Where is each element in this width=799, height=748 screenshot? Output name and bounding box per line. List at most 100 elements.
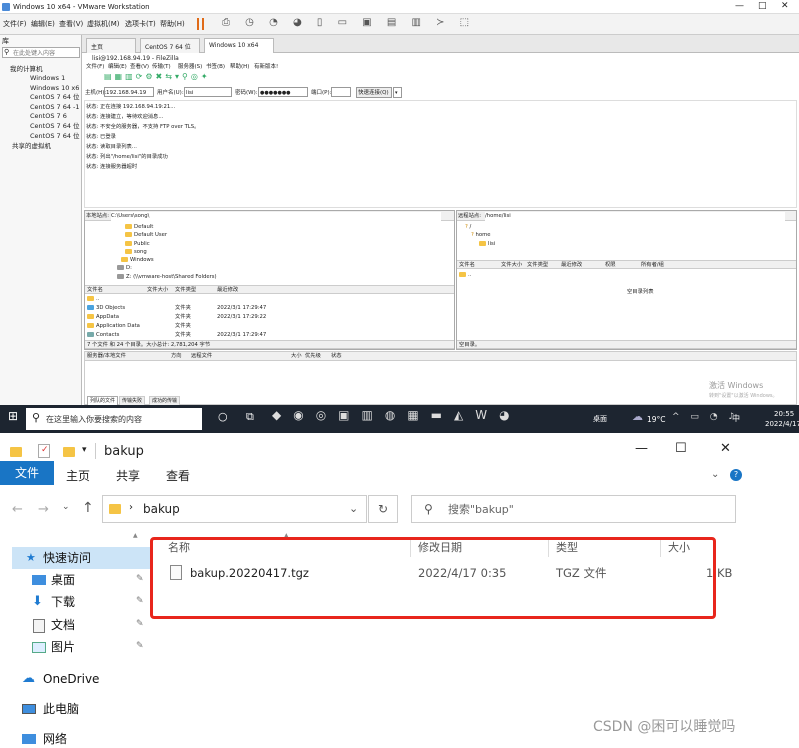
maximize-button[interactable]: □ — [758, 2, 767, 11]
table-row[interactable]: .. — [85, 295, 454, 304]
vm-item[interactable]: CentOS 7 64 位 — [18, 93, 80, 103]
clock-date[interactable]: 2022/4/17 — [765, 420, 799, 429]
recent-dropdown-icon[interactable]: ⌄ — [62, 503, 70, 512]
nav-downloads[interactable]: ⬇ 下载 ✎ — [12, 592, 152, 614]
remote-tree-item[interactable]: lisi — [465, 240, 495, 248]
tray-icons[interactable]: ^ ▭ ◔ ♪ — [672, 413, 738, 422]
col-filetype[interactable]: 文件类型 — [527, 261, 548, 270]
tree-shared[interactable]: 共享的虚拟机 — [12, 142, 51, 151]
port-input[interactable] — [331, 87, 351, 97]
quickconnect-button[interactable]: 快速连接(Q) — [356, 87, 392, 98]
nav-network[interactable]: 网络 — [12, 729, 152, 748]
cortana-icon[interactable]: ○ — [218, 411, 228, 422]
remote-path-input[interactable]: /home/lisi — [485, 212, 785, 221]
nav-this-pc[interactable]: 此电脑 — [12, 699, 152, 721]
tree-my-computer[interactable]: 我的计算机 — [10, 65, 43, 74]
quick-access-dropdown-icon[interactable]: ▾ — [82, 446, 87, 455]
nav-desktop[interactable]: 桌面 ✎ — [12, 570, 152, 592]
quickconnect-dropdown[interactable]: ▾ — [393, 87, 402, 98]
remote-tree-item[interactable]: ? / — [465, 223, 495, 231]
menu-edit[interactable]: 编辑(E) — [31, 20, 55, 29]
pause-icon[interactable] — [197, 18, 204, 30]
col-filesize[interactable]: 文件大小 — [147, 286, 168, 295]
menu-file[interactable]: 文件(F) — [3, 20, 27, 29]
col-filename[interactable]: 文件名 — [87, 286, 103, 295]
nav-onedrive[interactable]: ☁ OneDrive — [12, 669, 152, 691]
ime-indicator[interactable]: 中 — [732, 414, 740, 423]
weather-temp[interactable]: 19°C — [647, 415, 666, 424]
vm-item[interactable]: CentOS 7 64 位 — [18, 122, 80, 132]
pin-icon[interactable]: ✎ — [136, 642, 144, 651]
pin-icon[interactable]: ✎ — [136, 597, 144, 606]
pin-icon[interactable]: ✎ — [136, 575, 144, 584]
nav-quick-access[interactable]: ★ 快速访问 — [12, 547, 152, 569]
col-filename[interactable]: 文件名 — [459, 261, 475, 270]
queue-col[interactable]: 状态 — [331, 352, 342, 361]
col-modified[interactable]: 最近修改 — [561, 261, 582, 270]
vm-item[interactable]: Windows 10 x6 — [18, 84, 80, 94]
vm-item[interactable]: CentOS 7 64 位 — [18, 132, 80, 142]
maximize-button[interactable]: ☐ — [675, 441, 687, 456]
forward-arrow-icon[interactable]: → — [38, 502, 49, 517]
fz-menu-item[interactable]: 服务器(S) — [178, 63, 202, 72]
fz-menu-item[interactable]: 查看(V) — [130, 63, 149, 72]
col-owner[interactable]: 所有者/组 — [641, 261, 664, 270]
minimize-button[interactable]: — — [635, 441, 648, 456]
menu-tabs[interactable]: 选项卡(T) — [125, 20, 156, 29]
tab-centos[interactable]: CentOS 7 64 位 — [140, 38, 200, 53]
local-path-input[interactable]: C:\Users\song\ — [111, 212, 441, 221]
table-row[interactable]: Application Data 文件夹 — [85, 322, 454, 331]
minimize-button[interactable]: — — [735, 2, 744, 11]
taskbar-desktop-label[interactable]: 桌面 — [593, 415, 607, 424]
nav-scroll-up-icon[interactable]: ▲ — [133, 531, 138, 540]
menu-help[interactable]: 帮助(H) — [160, 20, 185, 29]
remote-tree-item[interactable]: ? home — [465, 231, 495, 239]
ribbon-expand-icon[interactable]: ⌄ — [711, 470, 719, 480]
user-input[interactable]: lisi — [184, 87, 232, 97]
vm-item[interactable]: CentOS 7 6 — [18, 112, 80, 122]
ribbon-tab-view[interactable]: 查看 — [166, 467, 190, 484]
close-button[interactable]: ✕ — [781, 2, 789, 11]
nav-documents[interactable]: 文档 ✎ — [12, 615, 152, 637]
table-row[interactable]: .. — [459, 271, 471, 280]
local-tree-item[interactable]: Default User — [117, 231, 217, 239]
local-tree-item[interactable]: Default — [117, 223, 217, 231]
ribbon-tab-file[interactable]: 文件 — [0, 461, 54, 485]
refresh-button[interactable]: ↻ — [368, 495, 398, 523]
vm-item[interactable]: CentOS 7 64 -1 — [18, 103, 80, 113]
queue-col[interactable]: 远程文件 — [191, 352, 212, 361]
fz-menu-item[interactable]: 有新版本! — [254, 63, 278, 72]
host-input[interactable]: 192.168.94.19 — [104, 87, 154, 97]
table-row[interactable]: AppData 文件夹 2022/3/1 17:29:22 — [85, 313, 454, 322]
library-search[interactable]: ⚲ 在此处键入内容 — [2, 47, 80, 58]
address-dropdown-icon[interactable]: ⌄ — [349, 502, 358, 515]
local-tree-item[interactable]: Public — [117, 240, 217, 248]
ribbon-tab-home[interactable]: 主页 — [66, 467, 90, 484]
fz-toolbar-icons[interactable]: ▤▦▥⟳⚙✖⇆▾⚲◎✦ — [104, 72, 211, 81]
close-button[interactable]: ✕ — [720, 441, 731, 456]
search-box[interactable]: ⚲ 搜索"bakup" — [411, 495, 736, 523]
ribbon-tab-share[interactable]: 共享 — [116, 467, 140, 484]
tab-windows[interactable]: Windows 10 x64 — [204, 38, 274, 53]
fz-menu-item[interactable]: 书签(B) — [206, 63, 225, 72]
pin-icon[interactable]: ✎ — [136, 620, 144, 629]
fz-menu-item[interactable]: 帮助(H) — [230, 63, 249, 72]
col-permissions[interactable]: 权限 — [605, 261, 616, 270]
fz-menu-item[interactable]: 编辑(E) — [108, 63, 127, 72]
menu-view[interactable]: 查看(V) — [59, 20, 83, 29]
up-arrow-icon[interactable]: ↑ — [82, 500, 94, 516]
toolbar-icons[interactable]: ⎙ ◷ ◔ ◕ ▯ ▭ ▣ ▤ ▥ ≻ ⬚ — [222, 18, 475, 28]
fz-menu-item[interactable]: 文件(F) — [86, 63, 104, 72]
local-tree-item[interactable]: Z: (\\vmware-host\Shared Folders) — [117, 273, 217, 281]
vm-item[interactable]: Windows 1 — [18, 74, 80, 84]
back-arrow-icon[interactable]: ← — [12, 502, 23, 517]
local-tree-item[interactable]: song — [117, 248, 217, 256]
windows-start-icon[interactable]: ⊞ — [8, 410, 18, 422]
col-filesize[interactable]: 文件大小 — [501, 261, 522, 270]
queue-col[interactable]: 方向 — [171, 352, 182, 361]
nav-pictures[interactable]: 图片 ✎ — [12, 637, 152, 659]
local-tree-item[interactable]: D: — [117, 264, 217, 272]
queue-col[interactable]: 大小 — [291, 352, 302, 361]
table-row[interactable]: Contacts 文件夹 2022/3/1 17:29:47 — [85, 331, 454, 340]
local-tree-item[interactable]: Windows — [117, 256, 217, 264]
